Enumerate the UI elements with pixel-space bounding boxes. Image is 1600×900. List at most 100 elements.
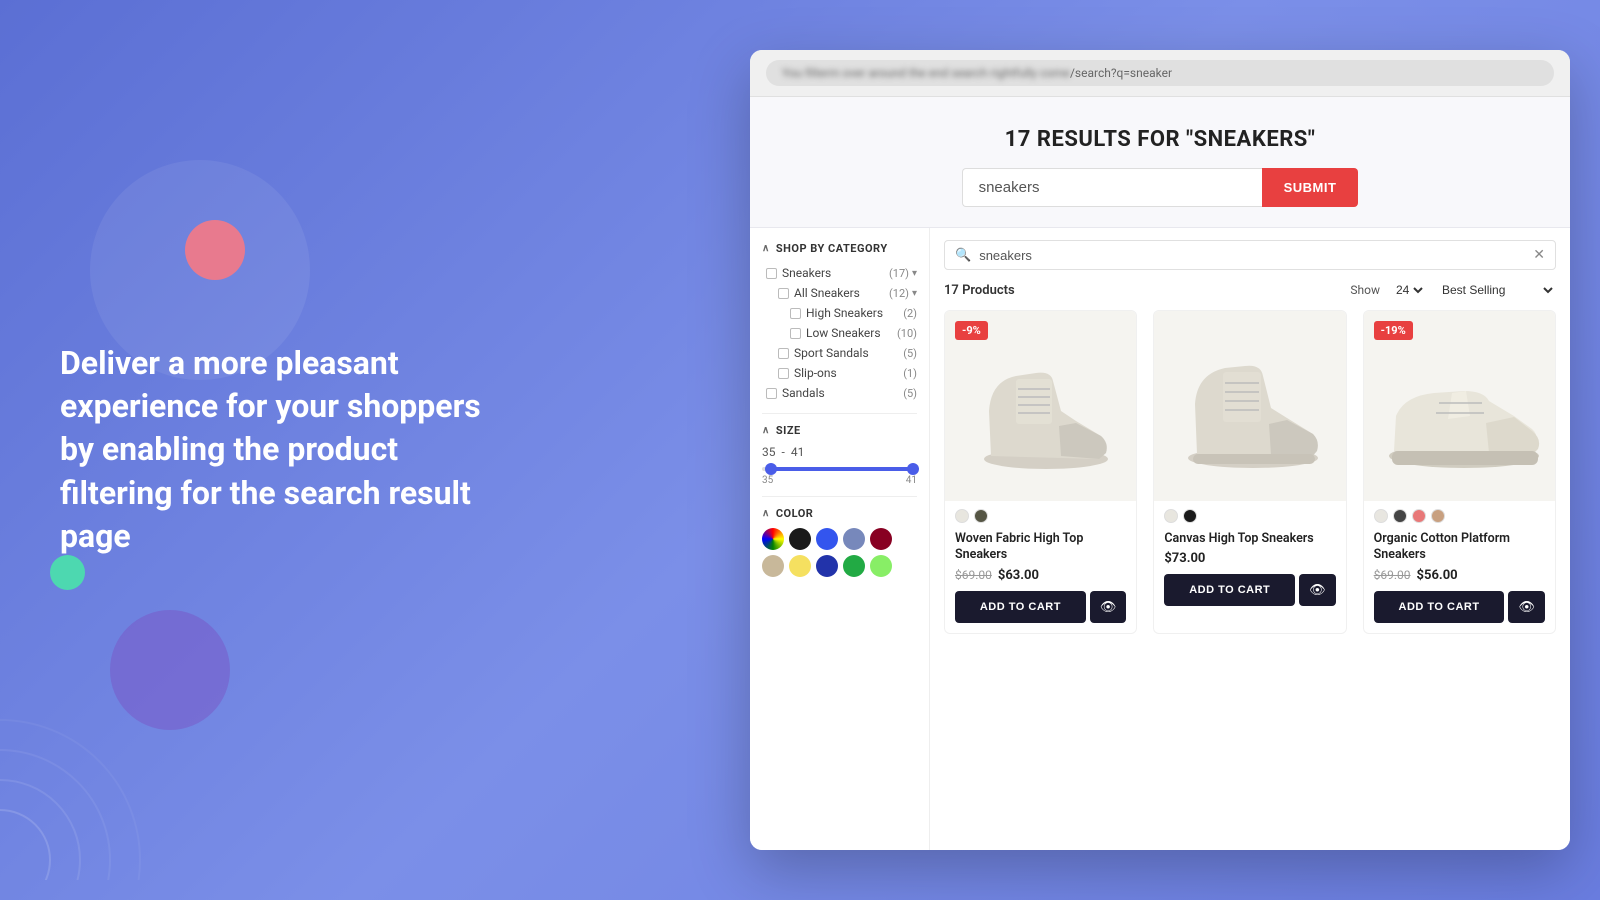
color-option-1-1[interactable]: [955, 509, 969, 523]
color-swatch-multicolor[interactable]: [762, 528, 784, 550]
product-colors-2: [1154, 501, 1345, 527]
filter-all-sneakers[interactable]: All Sneakers (12) ▾: [762, 283, 917, 303]
search-bar-row: SUBMIT: [770, 168, 1550, 207]
size-section-label: SIZE: [776, 424, 801, 437]
product-count-label: 17 Products: [944, 283, 1015, 298]
product-colors-1: [945, 501, 1136, 527]
product-shoe-svg-3: [1369, 341, 1549, 471]
chevron-icon: ∧: [762, 243, 770, 254]
browser-panel: You filterm over around the end search r…: [750, 50, 1570, 850]
product-info-1: Woven Fabric High Top Sneakers $69.00 $6…: [945, 527, 1136, 633]
product-prices-3: $69.00 $56.00: [1374, 568, 1545, 583]
search-icon: 🔍: [955, 248, 971, 263]
category-section-header[interactable]: ∧ SHOP BY CATEGORY: [762, 242, 917, 255]
color-option-2-2[interactable]: [1183, 509, 1197, 523]
size-label-min: 35: [762, 475, 773, 486]
category-section-label: SHOP BY CATEGORY: [776, 242, 888, 255]
product-image-2: [1154, 311, 1345, 501]
sort-row: Show 24 12 48 Best Selling Price: Low to…: [1350, 282, 1556, 298]
filter-label-slip-ons: Slip-ons: [794, 366, 837, 380]
color-swatch-dark-blue[interactable]: [816, 555, 838, 577]
filter-count-sandals: (5): [903, 387, 917, 400]
checkbox-sandals[interactable]: [766, 388, 777, 399]
size-range-labels: 35 41: [762, 475, 917, 486]
main-content: ∧ SHOP BY CATEGORY Sneakers (17) ▾ All S…: [750, 228, 1570, 850]
color-section-header[interactable]: ∧ COLOR: [762, 507, 917, 520]
show-label: Show: [1350, 283, 1380, 297]
product-actions-3: ADD TO CART 👁: [1374, 591, 1545, 623]
product-card-2: Canvas High Top Sneakers $73.00 ADD TO C…: [1153, 310, 1346, 634]
price-new-3: $56.00: [1417, 568, 1458, 583]
search-header: 17 RESULTS FOR "SNEAKERS" SUBMIT: [750, 97, 1570, 228]
color-option-3-1[interactable]: [1374, 509, 1388, 523]
filter-low-sneakers[interactable]: Low Sneakers (10): [762, 323, 917, 343]
filter-count-slip-ons: (1): [903, 367, 917, 380]
decorative-circle-pink: [185, 220, 245, 280]
browser-url-bar: You filterm over around the end search r…: [750, 50, 1570, 97]
quick-view-2[interactable]: 👁: [1299, 574, 1336, 606]
checkbox-sneakers[interactable]: [766, 268, 777, 279]
submit-button[interactable]: SUBMIT: [1262, 168, 1359, 207]
filter-slip-ons[interactable]: Slip-ons (1): [762, 363, 917, 383]
checkbox-all-sneakers[interactable]: [778, 288, 789, 299]
color-swatch-grey-blue[interactable]: [843, 528, 865, 550]
color-option-3-2[interactable]: [1393, 509, 1407, 523]
size-max-value: 41: [791, 445, 805, 459]
checkbox-slip-ons[interactable]: [778, 368, 789, 379]
color-swatch-blue[interactable]: [816, 528, 838, 550]
size-range-fill: [770, 467, 917, 471]
filter-count-sport-sandals: (5): [903, 347, 917, 360]
range-thumb-right[interactable]: [907, 463, 919, 475]
filter-count-low-sneakers: (10): [897, 327, 917, 340]
filter-sneakers[interactable]: Sneakers (17) ▾: [762, 263, 917, 283]
product-actions-1: ADD TO CART 👁: [955, 591, 1126, 623]
color-swatch-dark-red[interactable]: [870, 528, 892, 550]
color-swatch-beige[interactable]: [762, 555, 784, 577]
add-to-cart-3[interactable]: ADD TO CART: [1374, 591, 1505, 623]
clear-icon[interactable]: ✕: [1533, 247, 1545, 263]
checkbox-high-sneakers[interactable]: [790, 308, 801, 319]
checkbox-low-sneakers[interactable]: [790, 328, 801, 339]
filter-sandals[interactable]: Sandals (5): [762, 383, 917, 403]
quick-view-3[interactable]: 👁: [1508, 591, 1545, 623]
product-card-3: -19%: [1363, 310, 1556, 634]
checkbox-sport-sandals[interactable]: [778, 348, 789, 359]
filter-count-sneakers: (17) ▾: [889, 267, 917, 280]
size-section-header[interactable]: ∧ SIZE: [762, 424, 917, 437]
main-search-input[interactable]: [962, 168, 1262, 207]
product-actions-2: ADD TO CART 👁: [1164, 574, 1335, 606]
filter-high-sneakers[interactable]: High Sneakers (2): [762, 303, 917, 323]
quick-view-1[interactable]: 👁: [1090, 591, 1127, 623]
show-select[interactable]: 24 12 48: [1392, 282, 1426, 298]
filter-label-sport-sandals: Sport Sandals: [794, 346, 869, 360]
color-option-3-4[interactable]: [1431, 509, 1445, 523]
product-filter-bar: 🔍 ✕: [944, 240, 1556, 270]
range-thumb-left[interactable]: [765, 463, 777, 475]
sidebar: ∧ SHOP BY CATEGORY Sneakers (17) ▾ All S…: [750, 228, 930, 850]
color-option-1-2[interactable]: [974, 509, 988, 523]
color-option-2-1[interactable]: [1164, 509, 1178, 523]
price-old-3: $69.00: [1374, 568, 1411, 582]
product-prices-1: $69.00 $63.00: [955, 568, 1126, 583]
color-swatch-light-green[interactable]: [870, 555, 892, 577]
add-to-cart-1[interactable]: ADD TO CART: [955, 591, 1086, 623]
sort-select[interactable]: Best Selling Price: Low to High Price: H…: [1438, 282, 1556, 298]
product-shoe-svg-1: [961, 341, 1121, 471]
size-range-track: [762, 467, 917, 471]
product-info-2: Canvas High Top Sneakers $73.00 ADD TO C…: [1154, 527, 1345, 616]
product-shoe-svg-2: [1170, 341, 1330, 471]
product-name-3: Organic Cotton Platform Sneakers: [1374, 531, 1545, 564]
product-colors-3: [1364, 501, 1555, 527]
filter-label-sneakers: Sneakers: [782, 266, 831, 280]
color-option-3-3[interactable]: [1412, 509, 1426, 523]
discount-badge-3: -19%: [1374, 321, 1413, 340]
filter-sport-sandals[interactable]: Sport Sandals (5): [762, 343, 917, 363]
add-to-cart-2[interactable]: ADD TO CART: [1164, 574, 1295, 606]
product-search-input[interactable]: [979, 248, 1525, 263]
color-swatch-yellow[interactable]: [789, 555, 811, 577]
product-card-1: -9%: [944, 310, 1137, 634]
color-swatch-black[interactable]: [789, 528, 811, 550]
color-swatch-green[interactable]: [843, 555, 865, 577]
size-min-value: 35: [762, 445, 776, 459]
decorative-arc-rings: [0, 680, 180, 880]
